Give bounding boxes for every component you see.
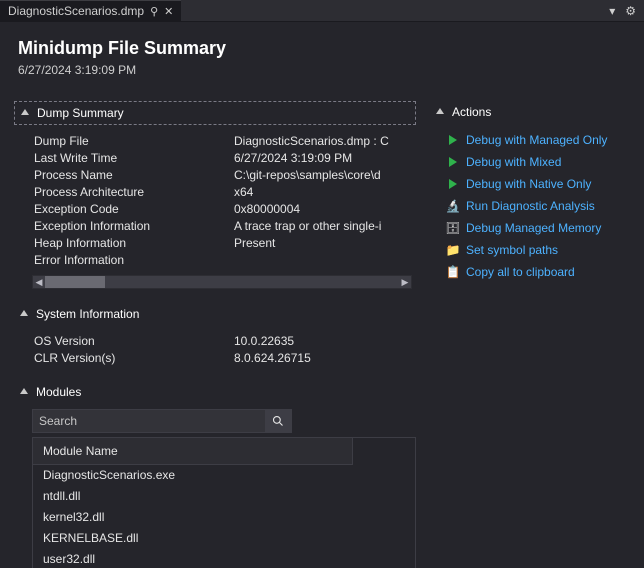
module-row[interactable]: DiagnosticScenarios.exe	[33, 465, 415, 486]
dump-summary-row: Exception Code0x80000004	[34, 201, 416, 218]
page-subtitle: 6/27/2024 3:19:09 PM	[18, 63, 626, 77]
action-diagnostic[interactable]: 🔬 Run Diagnostic Analysis	[446, 197, 630, 215]
dump-summary-key: Error Information	[34, 252, 234, 269]
dump-summary-value: x64	[234, 184, 416, 201]
module-row[interactable]: kernel32.dll	[33, 507, 415, 528]
section-header-modules[interactable]: Modules	[14, 381, 416, 403]
play-icon	[446, 133, 460, 147]
action-label: Debug with Mixed	[466, 153, 561, 171]
action-play[interactable]: Debug with Mixed	[446, 153, 630, 171]
chevron-up-icon	[20, 388, 28, 394]
action-label: Set symbol paths	[466, 241, 558, 259]
document-tab[interactable]: DiagnosticScenarios.dmp ⚲ ✕	[0, 0, 181, 21]
scrollbar-thumb[interactable]	[45, 276, 105, 288]
system-info-key: CLR Version(s)	[34, 350, 234, 367]
memory-icon: 🗄	[446, 221, 460, 235]
play-icon	[446, 155, 460, 169]
module-row[interactable]: KERNELBASE.dll	[33, 528, 415, 549]
dump-summary-key: Process Architecture	[34, 184, 234, 201]
system-info-row: CLR Version(s)8.0.624.26715	[34, 350, 416, 367]
symbols-icon: 📁	[446, 243, 460, 257]
horizontal-scrollbar[interactable]: ◀ ▶	[32, 275, 412, 289]
search-icon[interactable]	[265, 410, 291, 432]
tab-title: DiagnosticScenarios.dmp	[8, 4, 144, 18]
modules-table: Module Name DiagnosticScenarios.exentdll…	[32, 437, 416, 568]
section-title-modules: Modules	[36, 385, 81, 399]
section-dump-summary: Dump Summary Dump FileDiagnosticScenario…	[14, 101, 416, 289]
system-info-key: OS Version	[34, 333, 234, 350]
dump-summary-key: Exception Code	[34, 201, 234, 218]
tab-strip: DiagnosticScenarios.dmp ⚲ ✕ ▾ ⚙	[0, 0, 644, 22]
module-row[interactable]: ntdll.dll	[33, 486, 415, 507]
system-info-value: 8.0.624.26715	[234, 350, 416, 367]
dump-summary-row: Exception InformationA trace trap or oth…	[34, 218, 416, 235]
dump-summary-key: Dump File	[34, 133, 234, 150]
dump-summary-row: Error Information	[34, 252, 416, 269]
system-info-row: OS Version10.0.22635	[34, 333, 416, 350]
dump-summary-value: A trace trap or other single-i	[234, 218, 416, 235]
dump-summary-key: Last Write Time	[34, 150, 234, 167]
modules-search[interactable]	[32, 409, 292, 433]
dump-summary-value: DiagnosticScenarios.dmp : C	[234, 133, 416, 150]
title-block: Minidump File Summary 6/27/2024 3:19:09 …	[0, 22, 644, 87]
scroll-left-icon[interactable]: ◀	[33, 277, 45, 288]
action-symbols[interactable]: 📁 Set symbol paths	[446, 241, 630, 259]
section-title-system-info: System Information	[36, 307, 139, 321]
page-title: Minidump File Summary	[18, 38, 626, 59]
section-header-system-info[interactable]: System Information	[14, 303, 416, 325]
action-label: Copy all to clipboard	[466, 263, 575, 281]
dump-summary-key: Exception Information	[34, 218, 234, 235]
section-modules: Modules Module Name DiagnosticScenarios.…	[14, 381, 416, 568]
dump-summary-row: Heap InformationPresent	[34, 235, 416, 252]
dump-summary-key: Process Name	[34, 167, 234, 184]
modules-column-header[interactable]: Module Name	[33, 438, 353, 465]
dump-summary-row: Process Architecturex64	[34, 184, 416, 201]
dump-summary-row: Process NameC:\git-repos\samples\core\d	[34, 167, 416, 184]
scroll-right-icon[interactable]: ▶	[399, 277, 411, 288]
action-label: Debug with Managed Only	[466, 131, 607, 149]
dump-summary-row: Last Write Time6/27/2024 3:19:09 PM	[34, 150, 416, 167]
action-play[interactable]: Debug with Native Only	[446, 175, 630, 193]
section-system-information: System Information OS Version10.0.22635C…	[14, 303, 416, 367]
copy-icon: 📋	[446, 265, 460, 279]
chevron-up-icon	[20, 310, 28, 316]
system-info-value: 10.0.22635	[234, 333, 416, 350]
search-input[interactable]	[33, 414, 265, 428]
action-label: Debug with Native Only	[466, 175, 591, 193]
module-row[interactable]: user32.dll	[33, 549, 415, 568]
section-title-dump-summary: Dump Summary	[37, 106, 124, 120]
action-label: Run Diagnostic Analysis	[466, 197, 595, 215]
close-icon[interactable]: ✕	[164, 5, 173, 18]
action-play[interactable]: Debug with Managed Only	[446, 131, 630, 149]
dump-summary-value	[234, 252, 416, 269]
action-copy[interactable]: 📋 Copy all to clipboard	[446, 263, 630, 281]
diagnostic-icon: 🔬	[446, 199, 460, 213]
toolbar-dropdown-icon[interactable]: ▾	[609, 4, 615, 18]
dump-summary-value: C:\git-repos\samples\core\d	[234, 167, 416, 184]
dump-summary-row: Dump FileDiagnosticScenarios.dmp : C	[34, 133, 416, 150]
chevron-up-icon	[436, 108, 444, 114]
dump-summary-key: Heap Information	[34, 235, 234, 252]
section-header-dump-summary[interactable]: Dump Summary	[14, 101, 416, 125]
pin-icon[interactable]: ⚲	[150, 5, 158, 18]
gear-icon[interactable]: ⚙	[625, 4, 636, 18]
dump-summary-value: 0x80000004	[234, 201, 416, 218]
chevron-up-icon	[21, 109, 29, 115]
action-label: Debug Managed Memory	[466, 219, 601, 237]
section-header-actions[interactable]: Actions	[430, 101, 630, 123]
section-title-actions: Actions	[452, 105, 491, 119]
dump-summary-value: 6/27/2024 3:19:09 PM	[234, 150, 416, 167]
action-memory[interactable]: 🗄 Debug Managed Memory	[446, 219, 630, 237]
dump-summary-value: Present	[234, 235, 416, 252]
play-icon	[446, 177, 460, 191]
